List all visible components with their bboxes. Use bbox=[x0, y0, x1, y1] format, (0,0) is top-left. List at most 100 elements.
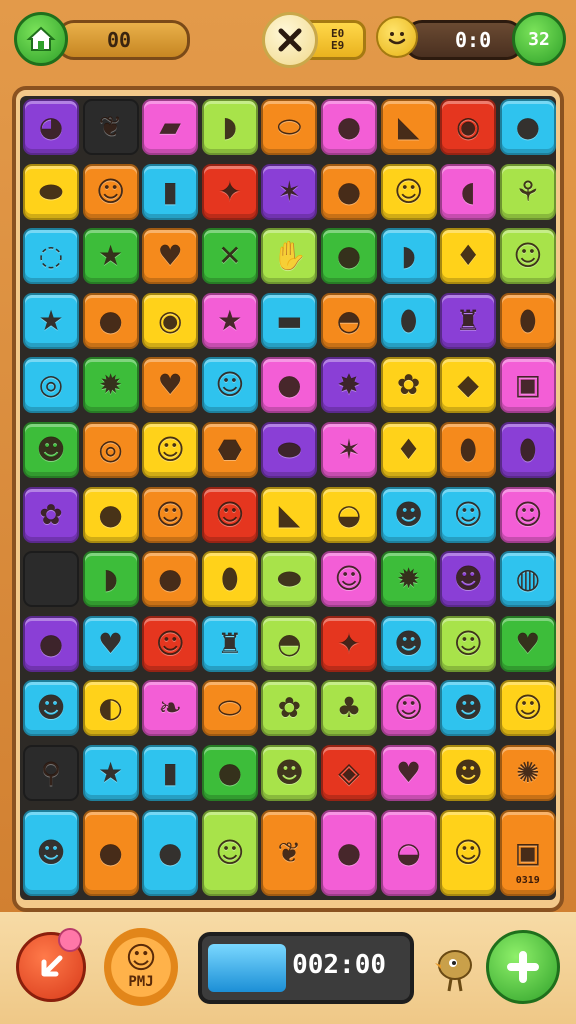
tile[interactable]: ⬭ bbox=[201, 680, 258, 737]
tile[interactable]: ☺ bbox=[201, 809, 258, 896]
tile[interactable]: ⬮ bbox=[499, 422, 556, 478]
tile[interactable]: ☺ bbox=[201, 486, 258, 543]
tile[interactable]: ● bbox=[142, 809, 199, 896]
tile[interactable]: ☺ bbox=[440, 809, 497, 896]
tile[interactable]: ✕ bbox=[201, 228, 258, 285]
tile[interactable]: ♥ bbox=[380, 745, 437, 801]
tile[interactable]: ✸ bbox=[321, 357, 377, 414]
tile[interactable]: ◎ bbox=[23, 357, 79, 414]
tile[interactable]: ● bbox=[499, 99, 556, 155]
tile[interactable]: ● bbox=[321, 163, 377, 220]
tile[interactable]: ☺ bbox=[201, 357, 258, 414]
tile[interactable]: ♥ bbox=[142, 357, 199, 414]
tile[interactable]: ✶ bbox=[261, 163, 318, 220]
tile[interactable]: ◒ bbox=[380, 809, 437, 896]
tile[interactable]: ◆ bbox=[440, 357, 497, 414]
tile[interactable]: ☻ bbox=[23, 680, 79, 737]
tile[interactable]: ● bbox=[82, 292, 139, 349]
tile[interactable]: ◗ bbox=[82, 551, 139, 608]
tile[interactable]: ▮ bbox=[142, 163, 199, 220]
tile[interactable]: ◖ bbox=[440, 163, 497, 220]
tile[interactable]: ⬮ bbox=[499, 292, 556, 349]
tile[interactable]: ◗ bbox=[201, 99, 258, 155]
tile[interactable]: ✦ bbox=[201, 163, 258, 220]
tile[interactable]: ⬭ bbox=[261, 99, 318, 155]
tile[interactable]: ❧ bbox=[142, 680, 199, 737]
tile[interactable]: ☺ bbox=[321, 551, 377, 608]
tile[interactable]: ☻ bbox=[23, 422, 79, 478]
tile[interactable]: ◎ bbox=[82, 422, 139, 478]
tile[interactable]: ⬣ bbox=[201, 422, 258, 478]
home-button[interactable] bbox=[14, 12, 68, 66]
tile[interactable]: ★ bbox=[82, 745, 139, 801]
tile[interactable]: ⬬ bbox=[23, 163, 79, 220]
add-button[interactable] bbox=[486, 930, 560, 1004]
score-button[interactable]: 32 bbox=[512, 12, 566, 66]
tile[interactable]: ☺ bbox=[499, 680, 556, 737]
tile[interactable]: ★ bbox=[82, 228, 139, 285]
tile[interactable]: ⬮ bbox=[201, 551, 258, 608]
tile[interactable]: ❦ bbox=[261, 809, 318, 896]
tile[interactable]: ☻ bbox=[440, 745, 497, 801]
tile[interactable]: ☺ bbox=[82, 163, 139, 220]
tile[interactable]: ◣ bbox=[380, 99, 437, 155]
tile[interactable]: ● bbox=[261, 357, 318, 414]
tile[interactable]: ⬮ bbox=[380, 292, 437, 349]
tile[interactable]: ⬬ bbox=[261, 551, 318, 608]
tile[interactable]: ◓ bbox=[321, 292, 377, 349]
tile[interactable]: ◕ bbox=[23, 99, 79, 155]
tile[interactable]: ♥ bbox=[142, 228, 199, 285]
tile[interactable]: ▣ 0319 bbox=[499, 809, 556, 896]
tile[interactable]: ☺ bbox=[440, 615, 497, 672]
tile[interactable]: ▮ bbox=[142, 745, 199, 801]
tile[interactable]: ◈ bbox=[321, 745, 377, 801]
tile[interactable]: ◗ bbox=[380, 228, 437, 285]
tile[interactable]: ◐ bbox=[82, 680, 139, 737]
tile[interactable]: ◒ bbox=[321, 486, 377, 543]
tile[interactable]: ▬ bbox=[261, 292, 318, 349]
tile[interactable]: ⬮ bbox=[440, 422, 497, 478]
tile[interactable]: ● bbox=[82, 809, 139, 896]
tile[interactable]: ☺ bbox=[440, 486, 497, 543]
tile[interactable]: ☻ bbox=[23, 809, 79, 896]
tile[interactable]: ♥ bbox=[82, 615, 139, 672]
tile[interactable]: ● bbox=[82, 486, 139, 543]
tile[interactable]: ☺ bbox=[142, 486, 199, 543]
tile[interactable]: ✋ bbox=[261, 228, 318, 285]
tile[interactable]: ◓ bbox=[261, 615, 318, 672]
tile[interactable]: ✺ bbox=[499, 745, 556, 801]
tile[interactable]: ☻ bbox=[440, 551, 497, 608]
tile[interactable]: ☻ bbox=[380, 615, 437, 672]
player-badge[interactable]: ☺ PMJ bbox=[104, 928, 178, 1006]
tile[interactable]: ◉ bbox=[142, 292, 199, 349]
tile[interactable]: ♜ bbox=[201, 615, 258, 672]
tile[interactable]: ☺ bbox=[380, 680, 437, 737]
tile[interactable]: ● bbox=[321, 99, 377, 155]
tile[interactable]: ☻ bbox=[261, 745, 318, 801]
bird-creature-icon[interactable] bbox=[432, 940, 478, 996]
tile[interactable]: ✦ bbox=[321, 615, 377, 672]
tile[interactable]: ★ bbox=[201, 292, 258, 349]
tile[interactable]: ★ bbox=[23, 292, 79, 349]
tile[interactable] bbox=[23, 551, 79, 608]
tile[interactable]: ● bbox=[201, 745, 258, 801]
tile[interactable]: ☻ bbox=[440, 680, 497, 737]
tile[interactable]: ☺ bbox=[142, 615, 199, 672]
tile[interactable]: ✿ bbox=[380, 357, 437, 414]
smiley-button[interactable] bbox=[376, 16, 418, 58]
tile[interactable]: ⚲ bbox=[23, 745, 79, 801]
tile[interactable]: ◌ bbox=[23, 228, 79, 285]
tile[interactable]: ▣ bbox=[499, 357, 556, 414]
tile[interactable]: ♦ bbox=[440, 228, 497, 285]
tile[interactable]: ◍ bbox=[499, 551, 556, 608]
tile[interactable]: ✹ bbox=[380, 551, 437, 608]
tile[interactable]: ☺ bbox=[499, 486, 556, 543]
tile[interactable]: ♥ bbox=[499, 615, 556, 672]
tile[interactable]: ♦ bbox=[380, 422, 437, 478]
tile[interactable]: ✿ bbox=[23, 486, 79, 543]
close-button[interactable] bbox=[262, 12, 318, 68]
tile[interactable]: ● bbox=[321, 809, 377, 896]
tile[interactable]: ☻ bbox=[380, 486, 437, 543]
tile[interactable]: ⬬ bbox=[261, 422, 318, 478]
tile[interactable]: ❦ bbox=[82, 99, 139, 155]
